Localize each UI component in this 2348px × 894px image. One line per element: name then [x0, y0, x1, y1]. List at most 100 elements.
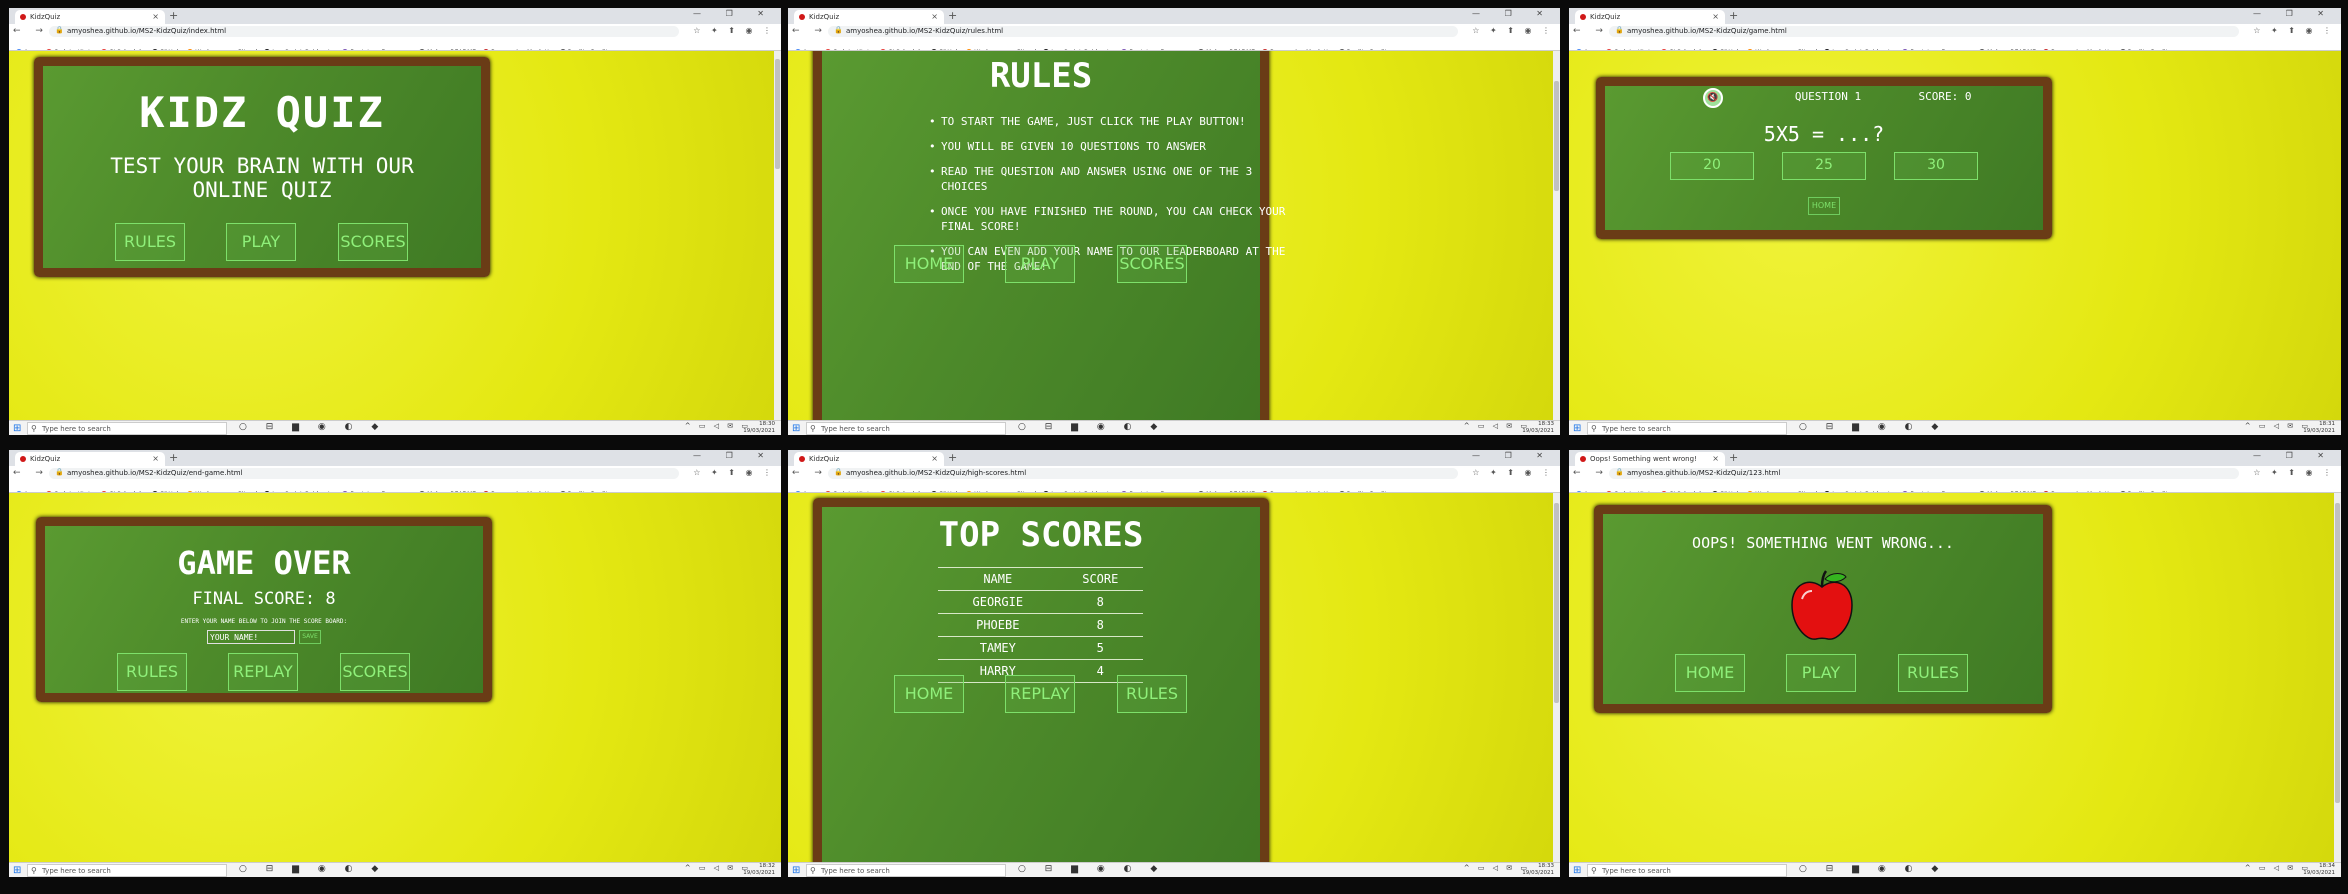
bookmark-item[interactable]: CodeInstitute [1605, 47, 1654, 50]
bookmark-item[interactable]: CodeInstitute [1605, 489, 1654, 492]
bookmark-item[interactable]: CI Schedule [880, 489, 924, 492]
new-tab-button[interactable]: + [169, 9, 178, 22]
close-tab-icon[interactable]: × [1712, 12, 1719, 21]
bookmark-item[interactable]: CI Schedule [101, 47, 145, 50]
windows-start-icon[interactable]: ⊞ [1573, 423, 1581, 434]
taskbar-app-icons[interactable]: ○ ⊟ ▆ ◉ ◐ ◆ [1018, 422, 1165, 432]
home-button[interactable]: HOME [1675, 654, 1745, 692]
bookmark-item[interactable]: GitHub [930, 47, 959, 50]
bookmark-item[interactable]: Replit - Replit [559, 489, 608, 492]
page-viewport[interactable]: 🔇 QUESTION 1 SCORE: 0 5X5 = ...? 20 25 3… [1569, 51, 2341, 420]
bookmark-item[interactable]: Replit - Replit [2119, 47, 2168, 50]
windows-start-icon[interactable]: ⊞ [13, 423, 21, 434]
taskbar-app-icons[interactable]: ○ ⊟ ▆ ◉ ◐ ◆ [1799, 864, 1946, 874]
bookmark-item[interactable]: Apps [1576, 489, 1599, 492]
page-viewport[interactable]: TOP SCORES NAME SCORE GEORGIE 8 PHOEBE 8 T… [788, 493, 1560, 862]
address-bar[interactable]: 🔒 amyoshea.github.io/MS2-KidzQuiz/high-s… [828, 468, 1458, 479]
bookmark-item[interactable]: CodeInstitute [824, 47, 873, 50]
home-button[interactable]: HOME [1808, 197, 1840, 215]
extension-icons[interactable]: ☆ ✦ ⬆ ◉ ⋮ [2253, 26, 2335, 35]
address-bar[interactable]: 🔒 amyoshea.github.io/MS2-KidzQuiz/rules.… [828, 26, 1458, 37]
taskbar-search[interactable]: ⚲ Type here to search [1587, 864, 1787, 877]
window-controls[interactable]: — ❐ ✕ [1472, 451, 1554, 460]
bookmark-item[interactable]: Responsive Mock Up [483, 489, 553, 492]
bookmark-item[interactable]: Workspaces - Gitpod [1747, 47, 1817, 50]
bookmark-item[interactable]: Workspaces - Gitpod [966, 489, 1036, 492]
bookmark-item[interactable]: Responsive Mock Up [1262, 47, 1332, 50]
bookmark-item[interactable]: CodeInstitute [824, 489, 873, 492]
scrollbar[interactable] [1553, 493, 1560, 862]
bookmark-item[interactable]: Bootstrap Docume... [1121, 489, 1191, 492]
taskbar-search[interactable]: ⚲ Type here to search [27, 422, 227, 435]
bookmark-item[interactable]: Make a README [1198, 489, 1255, 492]
bookmark-item[interactable]: CI Schedule [101, 489, 145, 492]
bookmark-item[interactable]: CodeInstitute [45, 47, 94, 50]
bookmark-item[interactable]: JavaScript Guide - J... [1824, 47, 1895, 50]
page-viewport[interactable]: GAME OVER FINAL SCORE: 8 ENTER YOUR NAME… [9, 493, 781, 862]
bookmark-item[interactable]: Apps [16, 47, 39, 50]
bookmark-item[interactable]: Apps [795, 489, 818, 492]
system-tray[interactable]: ^ ▭ ◁ ✉ ▭ [685, 864, 751, 872]
extension-icons[interactable]: ☆ ✦ ⬆ ◉ ⋮ [693, 26, 775, 35]
bookmark-item[interactable]: JavaScript Guide - J... [1043, 47, 1114, 50]
bookmark-item[interactable]: Bootstrap Docume... [342, 47, 412, 50]
bookmark-item[interactable]: Make a README [1979, 47, 2036, 50]
address-bar[interactable]: 🔒 amyoshea.github.io/MS2-KidzQuiz/end-ga… [49, 468, 679, 479]
window-controls[interactable]: — ❐ ✕ [2253, 451, 2335, 460]
bookmark-item[interactable]: Replit - Replit [2119, 489, 2168, 492]
bookmark-item[interactable]: Apps [795, 47, 818, 50]
window-controls[interactable]: — ❐ ✕ [1472, 9, 1554, 18]
windows-start-icon[interactable]: ⊞ [792, 423, 800, 434]
bookmark-item[interactable]: GitHub [1711, 47, 1740, 50]
page-viewport[interactable]: KIDZ QUIZ TEST YOUR BRAIN WITH OUR ONLIN… [9, 51, 781, 420]
close-tab-icon[interactable]: × [1712, 454, 1719, 463]
bookmark-item[interactable]: CI Schedule [1661, 489, 1705, 492]
bookmark-item[interactable]: GitHub [151, 489, 180, 492]
replay-button[interactable]: REPLAY [1005, 675, 1075, 713]
answer-button[interactable]: 30 [1894, 152, 1978, 180]
rules-button[interactable]: RULES [115, 223, 185, 261]
page-viewport[interactable]: RULES To start the game, just click the … [788, 51, 1560, 420]
extension-icons[interactable]: ☆ ✦ ⬆ ◉ ⋮ [693, 468, 775, 477]
bookmark-item[interactable]: Responsive Mock Up [1262, 489, 1332, 492]
bookmark-item[interactable]: Responsive Mock Up [483, 47, 553, 50]
scores-button[interactable]: SCORES [1117, 245, 1187, 283]
extension-icons[interactable]: ☆ ✦ ⬆ ◉ ⋮ [1472, 26, 1554, 35]
address-bar[interactable]: 🔒 amyoshea.github.io/MS2-KidzQuiz/game.h… [1609, 26, 2239, 37]
bookmark-item[interactable]: Bootstrap Docume... [1902, 489, 1972, 492]
bookmark-item[interactable]: Responsive Mock Up [2043, 489, 2113, 492]
browser-tab[interactable]: KidzQuiz × [1575, 10, 1725, 24]
taskbar-search[interactable]: ⚲ Type here to search [27, 864, 227, 877]
scrollbar[interactable] [774, 51, 781, 420]
answer-button[interactable]: 25 [1782, 152, 1866, 180]
scores-button[interactable]: SCORES [340, 653, 410, 691]
bookmark-item[interactable]: Workspaces - Gitpod [187, 489, 257, 492]
scrollbar[interactable] [1553, 51, 1560, 420]
bookmark-item[interactable]: JavaScript Guide - J... [1824, 489, 1895, 492]
taskbar-search[interactable]: ⚲ Type here to search [806, 422, 1006, 435]
window-controls[interactable]: — ❐ ✕ [693, 9, 775, 18]
new-tab-button[interactable]: + [169, 451, 178, 464]
bookmark-item[interactable]: Apps [16, 489, 39, 492]
answer-button[interactable]: 20 [1670, 152, 1754, 180]
bookmark-item[interactable]: CodeInstitute [45, 489, 94, 492]
rules-button[interactable]: RULES [1117, 675, 1187, 713]
system-tray[interactable]: ^ ▭ ◁ ✉ ▭ [2245, 864, 2311, 872]
bookmark-item[interactable]: Replit - Replit [559, 47, 608, 50]
bookmark-item[interactable]: Apps [1576, 47, 1599, 50]
bookmark-item[interactable]: GitHub [1711, 489, 1740, 492]
taskbar-app-icons[interactable]: ○ ⊟ ▆ ◉ ◐ ◆ [1018, 864, 1165, 874]
new-tab-button[interactable]: + [948, 9, 957, 22]
scores-button[interactable]: SCORES [338, 223, 408, 261]
windows-start-icon[interactable]: ⊞ [1573, 865, 1581, 876]
window-controls[interactable]: — ❐ ✕ [693, 451, 775, 460]
bookmark-item[interactable]: Make a README [419, 489, 476, 492]
bookmark-item[interactable]: GitHub [151, 47, 180, 50]
bookmark-item[interactable]: JavaScript Guide - J... [264, 47, 335, 50]
bookmark-item[interactable]: CI Schedule [880, 47, 924, 50]
play-button[interactable]: PLAY [1005, 245, 1075, 283]
page-viewport[interactable]: OOPS! SOMETHING WENT WRONG... HOME PLAY … [1569, 493, 2341, 862]
scrollbar[interactable] [2334, 493, 2341, 862]
browser-tab[interactable]: KidzQuiz × [794, 452, 944, 466]
bookmark-item[interactable]: Workspaces - Gitpod [1747, 489, 1817, 492]
